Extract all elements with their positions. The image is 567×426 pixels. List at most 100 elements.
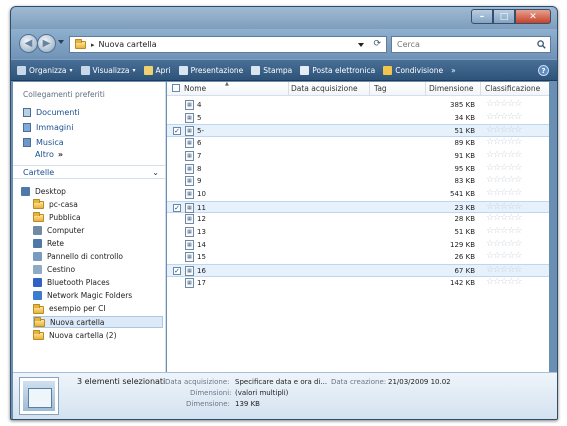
tree-item-rete[interactable]: Rete — [33, 237, 64, 249]
file-name[interactable]: 4 — [197, 101, 201, 109]
rating-stars[interactable]: ☆☆☆☆☆ — [486, 150, 522, 160]
file-name[interactable]: 11 — [197, 204, 206, 212]
folders-header[interactable]: Cartelle ⌄ — [13, 165, 165, 179]
column-header-date[interactable]: Data acquisizione — [291, 84, 358, 93]
file-name[interactable]: 13 — [197, 228, 206, 236]
table-row[interactable]: ▦ 17 142 KB ☆☆☆☆☆ — [167, 277, 549, 290]
table-row[interactable]: ▦ 7 91 KB ☆☆☆☆☆ — [167, 150, 549, 163]
rating-stars[interactable]: ☆☆☆☆☆ — [486, 175, 522, 185]
rating-stars[interactable]: ☆☆☆☆☆ — [486, 202, 522, 212]
file-name[interactable]: 5 — [197, 114, 201, 122]
tree-item-nuova-cartella-2[interactable]: Nuova cartella (2) — [33, 329, 117, 341]
table-row[interactable]: ▦ 12 28 KB ☆☆☆☆☆ — [167, 213, 549, 226]
toolbar-button-visualizza[interactable]: Visualizza ▾ — [80, 65, 136, 75]
history-dropdown-icon[interactable] — [58, 40, 64, 44]
file-name[interactable]: 17 — [197, 279, 206, 287]
help-icon[interactable]: ? — [538, 65, 549, 76]
rating-stars[interactable]: ☆☆☆☆☆ — [486, 213, 522, 223]
tree-item-pc-casa[interactable]: pc-casa — [33, 198, 78, 210]
rating-stars[interactable]: ☆☆☆☆☆ — [486, 99, 522, 109]
table-row[interactable]: ▦ 6 89 KB ☆☆☆☆☆ — [167, 137, 549, 150]
table-row[interactable]: ▦ 9 83 KB ☆☆☆☆☆ — [167, 175, 549, 188]
address-bar[interactable]: ▸ Nuova cartella ⟳ — [69, 36, 387, 53]
search-box[interactable] — [391, 36, 551, 53]
rating-stars[interactable]: ☆☆☆☆☆ — [486, 226, 522, 236]
column-divider[interactable] — [369, 82, 370, 96]
favorite-link-immagini[interactable]: Immagini — [23, 123, 73, 132]
table-row[interactable]: ▦ 13 51 KB ☆☆☆☆☆ — [167, 226, 549, 239]
table-row[interactable]: ✓ ▦ 11 23 KB ☆☆☆☆☆ — [167, 200, 549, 214]
table-row[interactable]: ✓ ▦ 16 67 KB ☆☆☆☆☆ — [167, 264, 549, 277]
date-acquired-value[interactable]: Specificare data e ora di... — [235, 378, 327, 386]
column-divider[interactable] — [288, 82, 289, 96]
file-name[interactable]: 10 — [197, 190, 206, 198]
rating-stars[interactable]: ☆☆☆☆☆ — [486, 112, 522, 122]
close-button[interactable]: ✕ — [515, 9, 551, 24]
toolbar-overflow-button[interactable]: » — [451, 66, 456, 75]
favorite-link-documenti[interactable]: Documenti — [23, 108, 80, 117]
more-favorites-link[interactable]: Altro» — [35, 150, 63, 159]
chevron-down-icon[interactable]: ⌄ — [152, 168, 159, 177]
refresh-icon[interactable]: ⟳ — [373, 39, 381, 49]
rating-stars[interactable]: ☆☆☆☆☆ — [486, 163, 522, 173]
toolbar-button-apri[interactable]: Apri — [143, 65, 171, 75]
select-all-checkbox[interactable] — [172, 84, 180, 92]
tree-item-nuova-cartella[interactable]: Nuova cartella — [33, 316, 163, 328]
rating-stars[interactable]: ☆☆☆☆☆ — [486, 188, 522, 198]
column-header-rating[interactable]: Classificazione — [485, 84, 540, 93]
toolbar-button-presentazione[interactable]: Presentazione — [178, 65, 243, 75]
table-row[interactable]: ✓ ▦ 5- 51 KB ☆☆☆☆☆ — [167, 124, 549, 137]
search-input[interactable] — [397, 40, 527, 49]
tree-item-pannello-di-controllo[interactable]: Pannello di controllo — [33, 251, 123, 263]
toolbar-button-condivisione[interactable]: Condivisione — [383, 65, 443, 75]
file-name[interactable]: 12 — [197, 215, 206, 223]
table-row[interactable]: ▦ 8 95 KB ☆☆☆☆☆ — [167, 163, 549, 176]
file-name[interactable]: 9 — [197, 177, 201, 185]
minimize-button[interactable]: – — [471, 9, 493, 24]
file-name[interactable]: 6 — [197, 139, 201, 147]
title-bar[interactable]: – □ ✕ — [11, 7, 557, 29]
toolbar-button-posta-elettronica[interactable]: Posta elettronica — [300, 65, 375, 75]
column-header-tag[interactable]: Tag — [374, 84, 387, 93]
forward-button[interactable]: ▶ — [37, 34, 56, 53]
column-header-name[interactable]: Nome — [184, 84, 206, 93]
table-row[interactable]: ▦ 14 129 KB ☆☆☆☆☆ — [167, 239, 549, 252]
column-divider[interactable] — [425, 82, 426, 96]
column-header-size[interactable]: Dimensione — [429, 84, 473, 93]
file-name[interactable]: 7 — [197, 152, 201, 160]
breadcrumb-separator-icon[interactable]: ▸ — [91, 41, 95, 49]
file-name[interactable]: 8 — [197, 165, 201, 173]
row-checkbox[interactable]: ✓ — [173, 203, 181, 212]
row-checkbox[interactable]: ✓ — [173, 127, 181, 136]
rating-stars[interactable]: ☆☆☆☆☆ — [486, 265, 522, 275]
search-icon[interactable] — [537, 40, 546, 49]
tree-item-esempio-per-ci[interactable]: esempio per CI — [33, 303, 106, 315]
rating-stars[interactable]: ☆☆☆☆☆ — [486, 125, 522, 135]
tree-item-pubblica[interactable]: Pubblica — [33, 211, 81, 223]
table-row[interactable]: ▦ 4 385 KB ☆☆☆☆☆ — [167, 99, 549, 112]
file-name[interactable]: 5- — [197, 127, 204, 135]
column-divider[interactable] — [480, 82, 481, 96]
rating-stars[interactable]: ☆☆☆☆☆ — [486, 137, 522, 147]
favorite-link-musica[interactable]: Musica — [23, 138, 64, 147]
address-dropdown-icon[interactable] — [358, 43, 364, 47]
rating-stars[interactable]: ☆☆☆☆☆ — [486, 239, 522, 249]
toolbar-button-organizza[interactable]: Organizza ▾ — [17, 65, 73, 75]
table-row[interactable]: ▦ 5 34 KB ☆☆☆☆☆ — [167, 112, 549, 125]
maximize-button[interactable]: □ — [493, 9, 515, 24]
table-row[interactable]: ▦ 15 26 KB ☆☆☆☆☆ — [167, 251, 549, 264]
tree-item-bluetooth-places[interactable]: Bluetooth Places — [33, 277, 110, 289]
table-row[interactable]: ▦ 10 541 KB ☆☆☆☆☆ — [167, 188, 549, 201]
breadcrumb-current[interactable]: Nuova cartella — [99, 40, 157, 49]
rating-stars[interactable]: ☆☆☆☆☆ — [486, 251, 522, 261]
back-button[interactable]: ◀ — [19, 34, 38, 53]
rating-stars[interactable]: ☆☆☆☆☆ — [486, 277, 522, 287]
tree-item-cestino[interactable]: Cestino — [33, 264, 75, 276]
file-name[interactable]: 15 — [197, 253, 206, 261]
toolbar-button-stampa[interactable]: Stampa — [251, 65, 292, 75]
file-name[interactable]: 14 — [197, 241, 206, 249]
row-checkbox[interactable]: ✓ — [173, 267, 181, 276]
file-name[interactable]: 16 — [197, 267, 206, 275]
tree-item-network-magic-folders[interactable]: Network Magic Folders — [33, 290, 132, 302]
tree-item-desktop[interactable]: Desktop — [21, 185, 66, 197]
